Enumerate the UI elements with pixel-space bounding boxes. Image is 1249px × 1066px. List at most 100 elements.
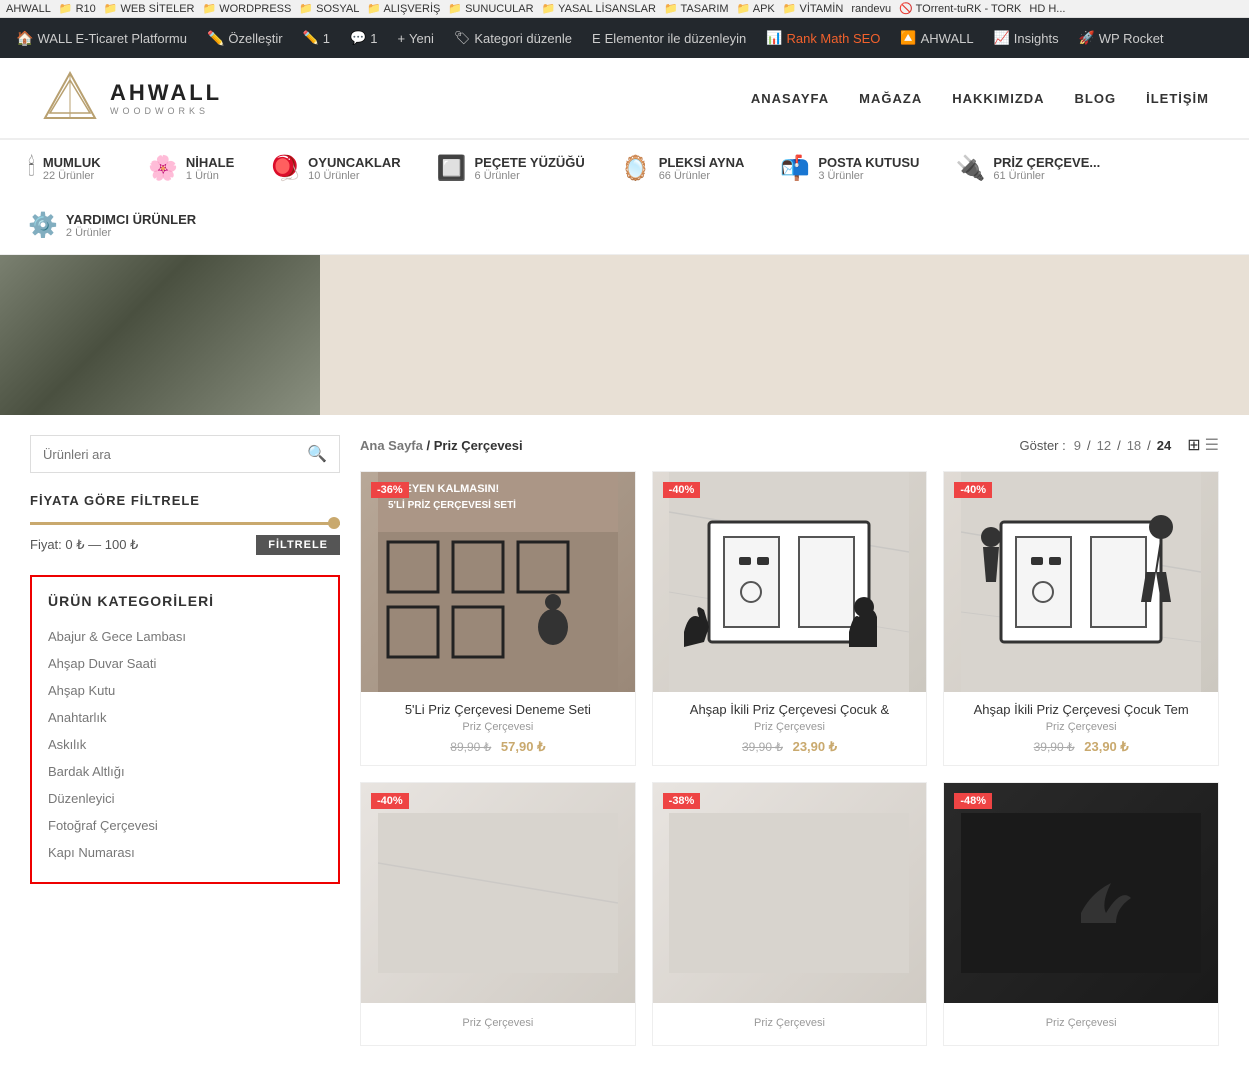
nav-blog[interactable]: BLOG bbox=[1075, 91, 1117, 106]
cat-item-kapi[interactable]: Kapı Numarası bbox=[48, 839, 322, 866]
product-price: 39,90 ₺ 23,90 ₺ bbox=[954, 739, 1208, 755]
product-card[interactable]: -40% Priz Çerçevesi bbox=[360, 782, 636, 1046]
breadcrumb-home[interactable]: Ana Sayfa bbox=[360, 438, 423, 453]
admin-site-name[interactable]: 🏠 WALL E-Ticaret Platformu bbox=[8, 18, 195, 58]
cat-nihale-count: 1 Ürün bbox=[186, 170, 234, 182]
cat-pleksi-name: PLEKSİ AYNA bbox=[659, 155, 745, 170]
bookmark-sosyal[interactable]: 📁 SOSYAL bbox=[299, 2, 359, 15]
show-24[interactable]: 24 bbox=[1157, 438, 1171, 453]
product-card[interactable]: -40% bbox=[943, 471, 1219, 766]
cat-item-anahtarlik[interactable]: Anahtarlık bbox=[48, 704, 322, 731]
old-price: 89,90 ₺ bbox=[450, 740, 491, 754]
cat-item-duzenleyici[interactable]: Düzenleyici bbox=[48, 785, 322, 812]
admin-elementor[interactable]: E Elementor ile düzenleyin bbox=[584, 18, 754, 58]
cat-posta[interactable]: 📬 POSTA KUTUSU 3 Ürünler bbox=[772, 150, 927, 187]
grid-icons: ⊞ ☰ bbox=[1187, 435, 1219, 455]
price-slider-handle[interactable] bbox=[328, 517, 340, 529]
admin-new[interactable]: + Yeni bbox=[389, 18, 441, 58]
cat-item-ahsap-kutu[interactable]: Ahşap Kutu bbox=[48, 677, 322, 704]
breadcrumb-separator: / bbox=[427, 438, 434, 453]
site-header: AHWALL WOODWORKS ANASAYFA MAĞAZA HAKKIMI… bbox=[0, 58, 1249, 139]
admin-category-edit[interactable]: 🏷 Kategori düzenle bbox=[446, 18, 580, 58]
product-image bbox=[653, 783, 927, 1003]
bookmark-alis[interactable]: 📁 ALIŞVERİŞ bbox=[367, 2, 440, 15]
product-name: 5'Li Priz Çerçevesi Deneme Seti bbox=[371, 702, 625, 717]
category-bar: 🕯 MUMLUK 22 Ürünler 🌸 NİHALE 1 Ürün 🪀 OY… bbox=[0, 139, 1249, 255]
admin-ahwall[interactable]: 🔼 AHWALL bbox=[892, 18, 981, 58]
bookmark-sunucu[interactable]: 📁 SUNUCULAR bbox=[448, 2, 533, 15]
svg-text:5'Lİ PRİZ ÇERÇEVESİ SETİ: 5'Lİ PRİZ ÇERÇEVESİ SETİ bbox=[388, 498, 516, 511]
bookmark-wp[interactable]: 📁 WORDPRESS bbox=[202, 2, 291, 15]
show-9[interactable]: 9 bbox=[1074, 438, 1081, 453]
cat-priz[interactable]: 🔌 PRİZ ÇERÇEVE... 61 Ürünler bbox=[947, 150, 1108, 187]
nav-hakkimizda[interactable]: HAKKIMIZDA bbox=[952, 91, 1044, 106]
bookmark-hd[interactable]: HD H... bbox=[1029, 3, 1065, 15]
product-info: Priz Çerçevesi bbox=[944, 1003, 1218, 1045]
bookmark-ahwall[interactable]: AHWALL bbox=[6, 3, 51, 15]
nav-anasayfa[interactable]: ANASAYFA bbox=[751, 91, 829, 106]
cat-yardimci[interactable]: ⚙️ YARDIMCI ÜRÜNLER 2 Ürünler bbox=[20, 207, 204, 244]
show-12[interactable]: 12 bbox=[1097, 438, 1111, 453]
product-category: Priz Çerçevesi bbox=[371, 1017, 625, 1029]
cat-item-fotograf[interactable]: Fotoğraf Çerçevesi bbox=[48, 812, 322, 839]
price-label: Fiyat: 0 ₺ — 100 ₺ bbox=[30, 537, 138, 553]
comment-icon: 💬 bbox=[350, 30, 366, 46]
bookmark-tasarim[interactable]: 📁 TASARIM bbox=[664, 2, 729, 15]
price-slider-track[interactable] bbox=[30, 522, 340, 525]
price-filter: FİYATA GÖRE FİLTRELE Fiyat: 0 ₺ — 100 ₺ … bbox=[30, 493, 340, 555]
admin-site-label: WALL E-Ticaret Platformu bbox=[37, 31, 187, 46]
bookmark-web[interactable]: 📁 WEB SİTELER bbox=[104, 2, 195, 15]
search-box[interactable]: 🔍 bbox=[30, 435, 340, 473]
bookmark-apk[interactable]: 📁 APK bbox=[737, 2, 775, 15]
sidebar: 🔍 FİYATA GÖRE FİLTRELE Fiyat: 0 ₺ — 100 … bbox=[30, 435, 340, 1046]
product-card[interactable]: -38% Priz Çerçevesi bbox=[652, 782, 928, 1046]
product-info: 5'Li Priz Çerçevesi Deneme Seti Priz Çer… bbox=[361, 692, 635, 765]
product-card[interactable]: -48% Priz Çerçevesi bbox=[943, 782, 1219, 1046]
admin-customize[interactable]: ✏️ Özelleştir bbox=[199, 18, 291, 58]
cat-mumluk[interactable]: 🕯 MUMLUK 22 Ürünler bbox=[20, 150, 120, 186]
nav-magaza[interactable]: MAĞAZA bbox=[859, 91, 922, 106]
cat-item-ahsap-saat[interactable]: Ahşap Duvar Saati bbox=[48, 650, 322, 677]
cat-pecete-count: 6 Ürünler bbox=[475, 170, 585, 182]
cat-pecete[interactable]: 🔲 PEÇETE YÜZÜĞÜ 6 Ürünler bbox=[429, 150, 593, 187]
product-info: Ahşap İkili Priz Çerçevesi Çocuk & Priz … bbox=[653, 692, 927, 765]
cat-nihale[interactable]: 🌸 NİHALE 1 Ürün bbox=[140, 150, 242, 187]
pecete-icon: 🔲 bbox=[437, 154, 467, 183]
product-name: Ahşap İkili Priz Çerçevesi Çocuk Tem bbox=[954, 702, 1208, 717]
product-card[interactable]: -40% bbox=[652, 471, 928, 766]
rank-math-icon: 📊 bbox=[766, 30, 782, 46]
bookmark-yasal[interactable]: 📁 YASAL LİSANSLAR bbox=[542, 2, 656, 15]
product-image bbox=[361, 783, 635, 1003]
grid-view-icon[interactable]: ⊞ bbox=[1187, 435, 1200, 455]
show-18[interactable]: 18 bbox=[1127, 438, 1141, 453]
list-view-icon[interactable]: ☰ bbox=[1205, 435, 1219, 455]
show-label: Göster : bbox=[1019, 438, 1065, 453]
product-card[interactable]: -36% EMEYEN KALMASIN! 5'Lİ PRİZ ÇERÇEVES… bbox=[360, 471, 636, 766]
product-badge: -40% bbox=[371, 793, 409, 809]
admin-rank-math[interactable]: 📊 Rank Math SEO bbox=[758, 18, 888, 58]
bookmark-torrent[interactable]: 🚫 TOrrent-tuRK - TORK bbox=[899, 2, 1021, 15]
product-grid: -36% EMEYEN KALMASIN! 5'Lİ PRİZ ÇERÇEVES… bbox=[360, 471, 1219, 1046]
admin-wp-rocket[interactable]: 🚀 WP Rocket bbox=[1071, 18, 1172, 58]
search-icon[interactable]: 🔍 bbox=[307, 444, 327, 464]
product-badge: -40% bbox=[954, 482, 992, 498]
bookmark-r10[interactable]: 📁 R10 bbox=[59, 2, 96, 15]
wp-icon: 🏠 bbox=[16, 30, 33, 47]
cat-item-bardak[interactable]: Bardak Altlığı bbox=[48, 758, 322, 785]
cat-item-abajur[interactable]: Abajur & Gece Lambası bbox=[48, 623, 322, 650]
admin-comments[interactable]: 💬 1 bbox=[342, 18, 385, 58]
cat-pleksi[interactable]: 🪞 PLEKSİ AYNA 66 Ürünler bbox=[613, 150, 753, 187]
new-price: 23,90 ₺ bbox=[793, 739, 837, 754]
admin-insights[interactable]: 📈 Insights bbox=[986, 18, 1067, 58]
search-input[interactable] bbox=[43, 447, 307, 462]
logo-area[interactable]: AHWALL WOODWORKS bbox=[40, 68, 222, 128]
bookmark-randevu[interactable]: randevu bbox=[851, 3, 891, 15]
cat-oyuncaklar[interactable]: 🪀 OYUNCAKLAR 10 Ürünler bbox=[262, 150, 408, 187]
products-area: Ana Sayfa / Priz Çerçevesi Göster : 9 / … bbox=[360, 435, 1219, 1046]
cat-item-askilik[interactable]: Askılık bbox=[48, 731, 322, 758]
bookmark-vitamin[interactable]: 📁 VİTAMİN bbox=[783, 2, 844, 15]
admin-edits[interactable]: ✏️ 1 bbox=[295, 18, 338, 58]
filter-button[interactable]: FİLTRELE bbox=[256, 535, 340, 555]
nav-iletisim[interactable]: İLETİŞİM bbox=[1146, 91, 1209, 106]
old-price: 39,90 ₺ bbox=[742, 740, 783, 754]
